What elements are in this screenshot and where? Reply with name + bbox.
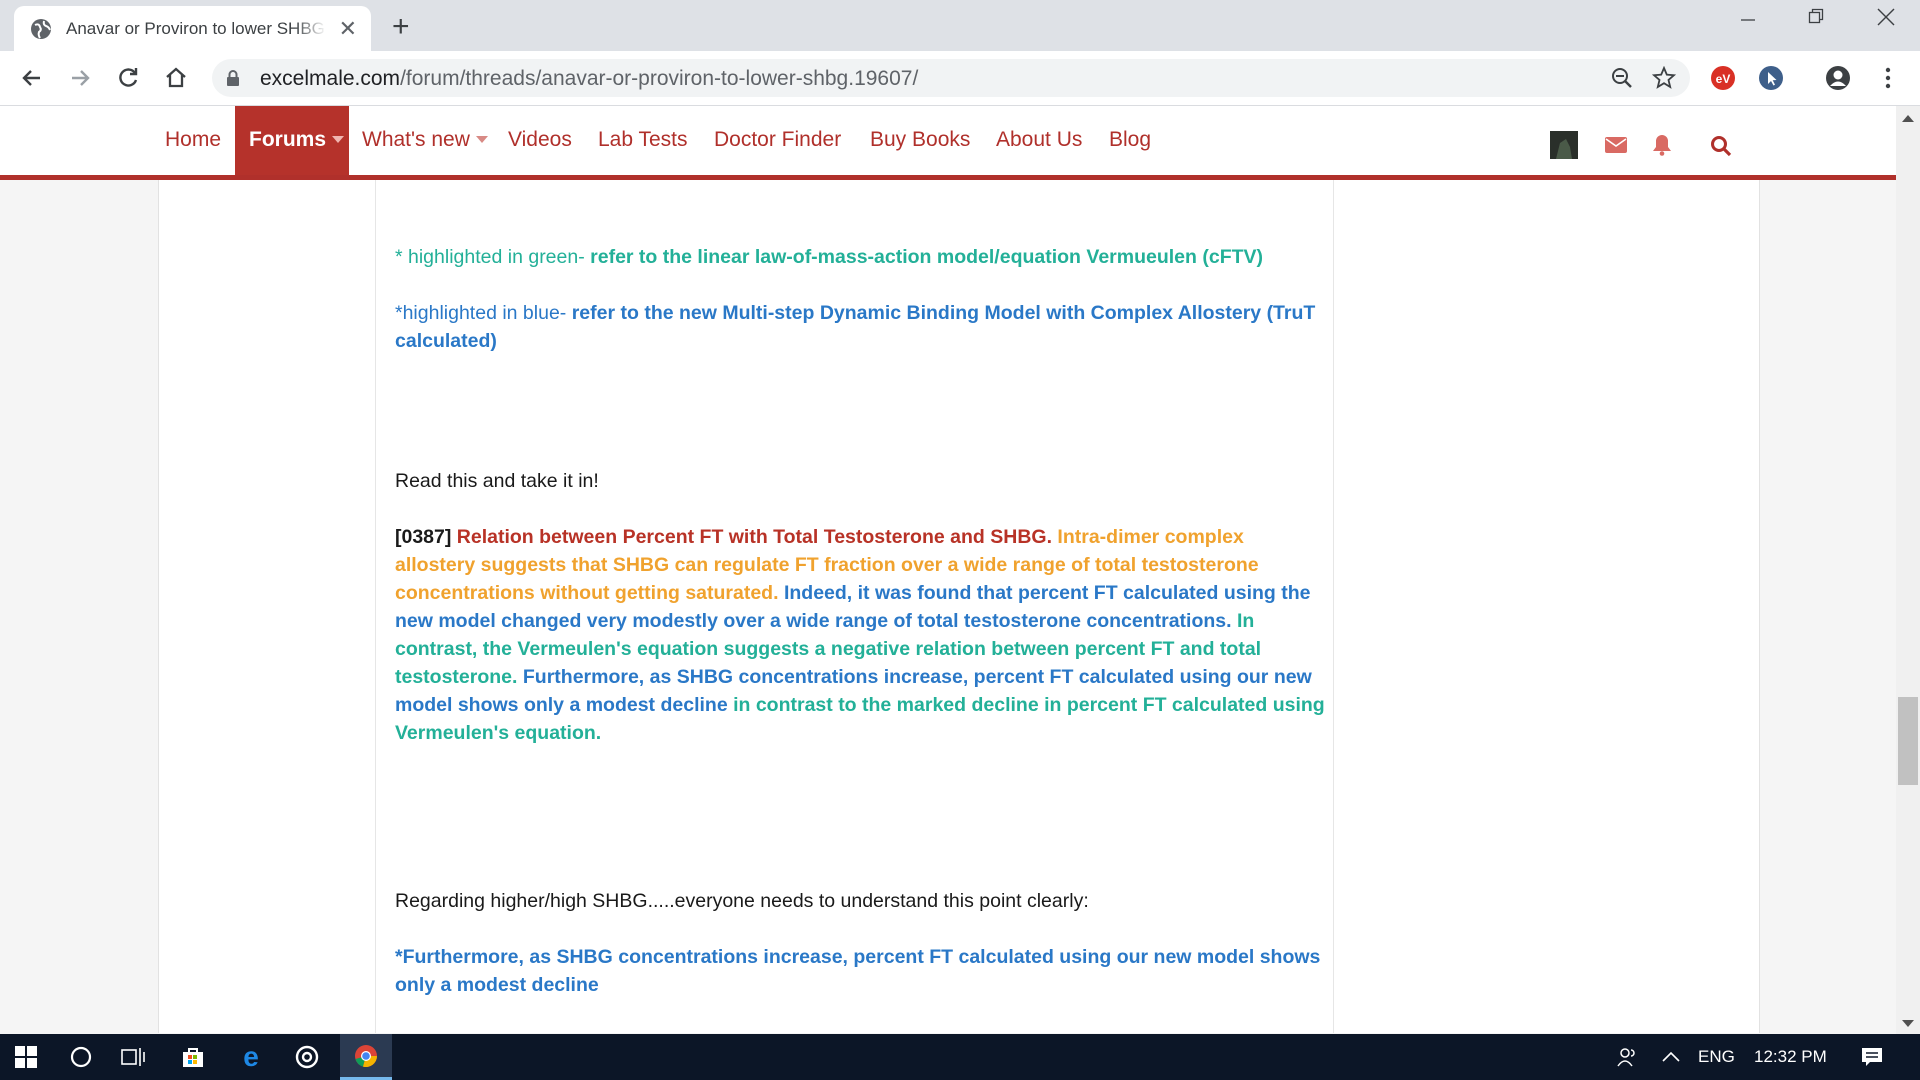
site-nav: Home Forums What's new Videos Lab Tests … [0, 106, 1896, 180]
notification-icon[interactable] [1854, 1034, 1890, 1080]
people-icon[interactable] [1612, 1034, 1642, 1080]
green-note-text: refer to the linear law-of-mass-action m… [590, 246, 1264, 268]
envelope-icon[interactable] [1605, 137, 1627, 158]
cortana-circle-icon[interactable] [58, 1034, 104, 1080]
nav-about-us[interactable]: About Us [996, 106, 1082, 175]
zoom-out-icon[interactable] [1610, 66, 1634, 90]
reference-id: [0387] [395, 526, 452, 548]
close-tab-icon[interactable]: ✕ [339, 17, 357, 40]
camera-app-icon[interactable] [284, 1034, 330, 1080]
new-tab-icon[interactable]: + [392, 12, 410, 42]
nav-blog[interactable]: Blog [1109, 106, 1151, 175]
chrome-taskbar-icon[interactable] [340, 1034, 392, 1080]
caret-down-icon [332, 136, 345, 144]
post-right-divider [1333, 180, 1334, 1033]
forward-arrow-icon[interactable] [66, 64, 94, 92]
nav-buy-books[interactable]: Buy Books [870, 106, 970, 175]
user-avatar[interactable] [1550, 131, 1578, 164]
green-note-prefix: * highlighted in green- [395, 246, 591, 268]
green-highlight-note: * highlighted in green- refer to the lin… [395, 243, 1327, 271]
bookmark-star-icon[interactable] [1652, 66, 1676, 90]
store-bag-icon[interactable] [170, 1034, 216, 1080]
browser-tab[interactable]: Anavar or Proviron to lower SHBG ✕ [14, 6, 371, 51]
svg-text:e: e [243, 1044, 259, 1070]
nav-lab-tests[interactable]: Lab Tests [598, 106, 688, 175]
nav-whats-new[interactable]: What's new [362, 106, 488, 175]
search-icon[interactable] [1710, 135, 1732, 162]
nav-home[interactable]: Home [165, 106, 221, 175]
menu-kebab-icon[interactable] [1874, 64, 1902, 92]
profile-avatar-icon[interactable] [1824, 64, 1852, 92]
red-title: Relation between Percent FT with Total T… [456, 526, 1052, 548]
lock-icon [227, 70, 239, 86]
globe-icon [31, 18, 51, 39]
url-text: excelmale.com/forum/threads/anavar-or-pr… [260, 67, 919, 90]
page-scrollbar[interactable] [1896, 106, 1920, 1034]
windows-taskbar: e ENG 12:32 PM [0, 1034, 1920, 1080]
scroll-up-arrow-icon[interactable] [1902, 114, 1914, 122]
regarding-line: Regarding higher/high SHBG.....everyone … [395, 890, 1089, 912]
edge-browser-icon[interactable]: e [228, 1034, 274, 1080]
browser-toolbar: excelmale.com/forum/threads/anavar-or-pr… [0, 51, 1920, 106]
svg-text:eV: eV [1716, 72, 1731, 86]
clock[interactable]: 12:32 PM [1754, 1047, 1827, 1067]
minimize-icon[interactable] [1718, 8, 1778, 38]
language-indicator[interactable]: ENG [1698, 1047, 1735, 1067]
back-arrow-icon[interactable] [18, 64, 46, 92]
caret-down-icon [475, 136, 488, 144]
nav-doctor-finder[interactable]: Doctor Finder [714, 106, 841, 175]
tab-strip: Anavar or Proviron to lower SHBG ✕ + [0, 0, 1920, 51]
blue-highlight-note: *highlighted in blue- refer to the new M… [395, 299, 1327, 355]
nav-forums[interactable]: Forums [235, 106, 349, 175]
task-view-icon[interactable] [110, 1034, 156, 1080]
bell-icon[interactable] [1652, 134, 1672, 161]
windows-start-icon[interactable] [0, 1034, 52, 1080]
home-icon[interactable] [162, 64, 190, 92]
tab-title: Anavar or Proviron to lower SHBG [66, 18, 325, 38]
close-window-icon[interactable] [1856, 8, 1916, 38]
scroll-down-arrow-icon[interactable] [1902, 1020, 1914, 1028]
ev-extension-icon[interactable]: eV [1709, 64, 1737, 92]
blue-note-prefix: *highlighted in blue- [395, 302, 572, 324]
address-bar[interactable]: excelmale.com/forum/threads/anavar-or-pr… [212, 59, 1690, 97]
final-quote: *Furthermore, as SHBG concentrations inc… [395, 946, 1321, 996]
nav-whats-new-label: What's new [362, 128, 470, 151]
quoted-paragraph: [0387] Relation between Percent FT with … [395, 523, 1327, 747]
nav-forums-label: Forums [249, 128, 327, 151]
reload-icon[interactable] [114, 64, 142, 92]
restore-icon[interactable] [1786, 8, 1846, 38]
post-author-column [159, 180, 376, 1033]
nav-videos[interactable]: Videos [508, 106, 572, 175]
pointer-extension-icon[interactable] [1757, 64, 1785, 92]
scrollbar-thumb[interactable] [1898, 697, 1918, 785]
tray-chevron-up-icon[interactable] [1656, 1034, 1686, 1080]
post-body: * highlighted in green- refer to the lin… [395, 180, 1327, 999]
read-this-line: Read this and take it in! [395, 470, 599, 492]
